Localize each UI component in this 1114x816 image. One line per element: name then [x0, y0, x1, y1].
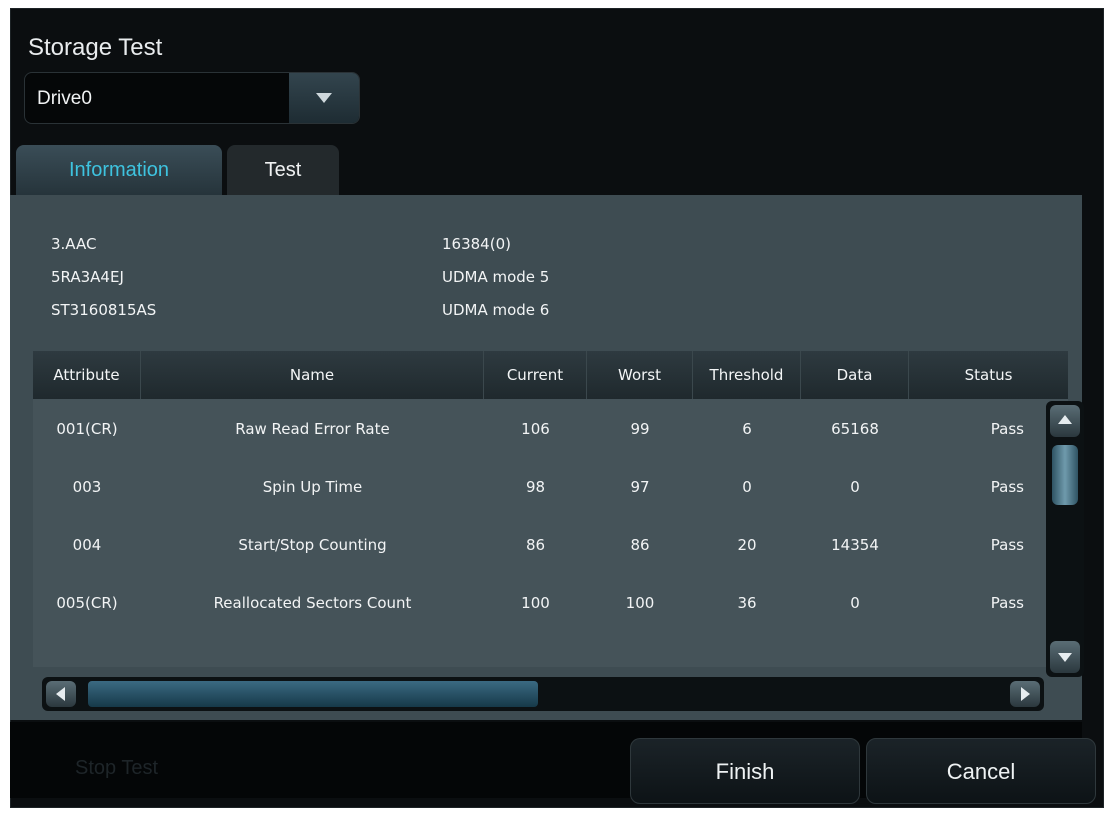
info-left-2: 5RA3A4EJ [51, 268, 124, 286]
cell-current: 98 [525, 478, 546, 496]
horizontal-scroll-thumb[interactable] [88, 681, 538, 707]
dropdown-arrow-icon[interactable] [289, 73, 359, 123]
window-title: Storage Test [28, 34, 163, 61]
attributes-table: 001(CR) Raw Read Error Rate 106 99 6 651… [33, 399, 1068, 667]
header-status: Status [964, 366, 1013, 384]
header-threshold: Threshold [693, 351, 801, 399]
cell-threshold: 6 [742, 420, 752, 438]
cell-name: Reallocated Sectors Count [213, 594, 412, 612]
finish-button[interactable]: Finish [630, 738, 860, 804]
cell-worst: 99 [630, 420, 650, 438]
cell-status: Pass [990, 536, 1024, 554]
header-current: Current [484, 351, 587, 399]
cell-name: Spin Up Time [262, 478, 363, 496]
header-worst: Worst [587, 351, 693, 399]
cell-status: Pass [990, 420, 1024, 438]
cell-current: 86 [525, 536, 546, 554]
cell-worst: 100 [625, 594, 655, 612]
horizontal-scrollbar[interactable] [42, 677, 1044, 711]
cell-current: 106 [521, 420, 550, 438]
cell-threshold: 0 [742, 478, 752, 496]
table-row[interactable]: 004 Start/Stop Counting 86 86 20 14354 P… [33, 515, 1033, 575]
table-row[interactable]: 003 Spin Up Time 98 97 0 0 Pass [33, 457, 1033, 517]
cell-data: 0 [850, 478, 860, 496]
cell-attribute: 003 [72, 478, 102, 496]
cell-attribute: 004 [72, 536, 102, 554]
cell-threshold: 20 [737, 536, 757, 554]
header-name: Name [141, 351, 484, 399]
table-header: Attribute Name Current Worst Threshold D… [33, 351, 1068, 399]
info-left-3: ST3160815AS [51, 301, 157, 319]
vertical-scrollbar[interactable] [1046, 401, 1084, 677]
cancel-button[interactable]: Cancel [866, 738, 1096, 804]
table-row[interactable]: 001(CR) Raw Read Error Rate 106 99 6 651… [33, 399, 1033, 459]
scroll-up-icon[interactable] [1050, 405, 1080, 437]
cell-attribute: 001(CR) [56, 420, 118, 438]
scroll-down-icon[interactable] [1050, 641, 1080, 673]
info-right-3: UDMA mode 6 [442, 301, 550, 319]
cell-worst: 97 [630, 478, 650, 496]
vertical-scroll-thumb[interactable] [1052, 445, 1078, 505]
scroll-right-icon[interactable] [1010, 681, 1040, 707]
cell-data: 65168 [831, 420, 879, 438]
tab-information[interactable]: Information [16, 145, 222, 195]
cell-name: Start/Stop Counting [238, 536, 387, 554]
header-data: Data [801, 351, 909, 399]
cell-data: 0 [850, 594, 860, 612]
information-panel: 3.AAC 5RA3A4EJ ST3160815AS 16384(0) UDMA… [10, 195, 1084, 720]
cell-worst: 86 [630, 536, 650, 554]
cell-name: Raw Read Error Rate [235, 420, 390, 438]
cell-current: 100 [521, 594, 550, 612]
cell-attribute: 005(CR) [56, 594, 118, 612]
info-right-1: 16384(0) [442, 235, 511, 253]
table-row[interactable]: 005(CR) Reallocated Sectors Count 100 10… [33, 573, 1033, 633]
cell-data: 14354 [831, 536, 879, 554]
scroll-left-icon[interactable] [46, 681, 76, 707]
info-left-1: 3.AAC [51, 235, 97, 253]
info-right-2: UDMA mode 5 [442, 268, 550, 286]
cell-status: Pass [990, 478, 1024, 496]
header-attribute: Attribute [33, 351, 141, 399]
drive-dropdown[interactable]: Drive0 [24, 72, 360, 124]
cell-threshold: 36 [737, 594, 757, 612]
tab-test[interactable]: Test [227, 145, 339, 195]
cell-status: Pass [990, 594, 1024, 612]
drive-value: Drive0 [37, 88, 92, 109]
stop-test-button[interactable]: Stop Test [75, 757, 158, 780]
